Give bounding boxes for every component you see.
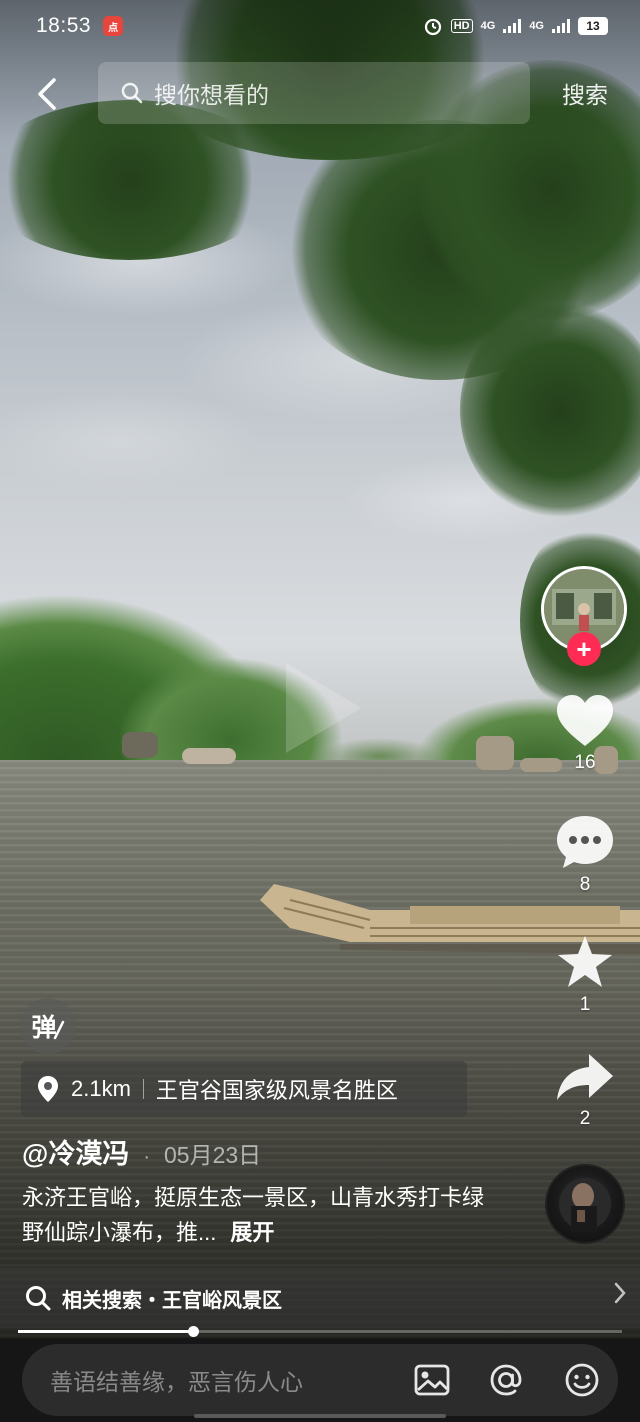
status-right: HD 4G 4G 13 (423, 16, 608, 36)
author-line: @冷漠冯 · 05月23日 (22, 1132, 261, 1171)
emoji-button[interactable] (560, 1358, 604, 1402)
chevron-right-icon (614, 1282, 626, 1304)
post-date: 05月23日 (164, 1142, 262, 1168)
hd-indicator: HD (450, 19, 473, 33)
location-distance: 2.1km (71, 1076, 131, 1101)
at-icon (490, 1364, 522, 1396)
battery-level: 13 (578, 17, 608, 35)
share-arrow-icon (557, 1054, 613, 1100)
comment-count: 8 (579, 874, 591, 895)
expand-link[interactable]: 展开 (230, 1220, 274, 1245)
author-name[interactable]: @冷漠冯 (22, 1132, 129, 1171)
image-icon (414, 1364, 450, 1396)
rock (182, 748, 236, 764)
music-cover-image (559, 1178, 611, 1232)
rock (122, 732, 158, 758)
search-placeholder: 搜你想看的 (154, 82, 269, 108)
location-chip[interactable]: 2.1km 王官谷国家级风景名胜区 (21, 1061, 467, 1117)
progress-fill (18, 1330, 194, 1333)
signal-label-1: 4G (480, 20, 496, 32)
search-icon (26, 1286, 51, 1311)
search-button[interactable]: 搜索 (540, 62, 630, 124)
emoji-icon (565, 1363, 599, 1397)
chip-divider (142, 1079, 144, 1099)
post-description[interactable]: 永济王官峪，挺原生态一景区，山青水秀打卡绿野仙踪小瀑布，推... 展开 (22, 1180, 492, 1250)
related-search-label: 相关搜索・王官峪风景区 (62, 1289, 282, 1312)
comment-button[interactable]: 8 (548, 814, 622, 896)
slash-icon (53, 1020, 64, 1040)
share-count: 2 (579, 1108, 591, 1129)
status-bar: 18:53 点 HD 4G 4G 13 (0, 0, 640, 52)
location-place: 王官谷国家级风景名胜区 (155, 1078, 398, 1103)
music-disc-button[interactable] (545, 1164, 625, 1244)
share-button[interactable]: 2 (548, 1052, 622, 1130)
danmaku-toggle-button[interactable]: 弹 (20, 998, 76, 1054)
favorite-button[interactable]: 1 (548, 934, 622, 1016)
star-icon (558, 936, 612, 987)
favorite-count: 1 (579, 994, 591, 1015)
search-input[interactable]: 搜你想看的 (98, 62, 530, 124)
comment-placeholder: 善语结善缘，恶言伤人心 (50, 1369, 303, 1395)
signal-bars-icon (503, 19, 522, 33)
mention-button[interactable] (484, 1358, 528, 1402)
like-button[interactable]: 16 (548, 694, 622, 774)
location-pin-icon (38, 1076, 58, 1102)
video-progress-bar[interactable] (18, 1326, 622, 1337)
alarm-icon (424, 18, 441, 36)
play-watermark-icon (286, 663, 361, 753)
like-count: 16 (574, 752, 596, 773)
home-indicator (194, 1414, 446, 1418)
back-arrow-icon (38, 78, 56, 110)
search-icon (121, 82, 143, 104)
follow-button[interactable]: + (567, 632, 601, 666)
status-left: 18:53 点 (36, 14, 124, 38)
signal-bars-icon-2 (552, 19, 570, 33)
comment-bubble-icon (557, 816, 613, 868)
comment-input[interactable]: 善语结善缘，恶言伤人心 (22, 1344, 618, 1416)
rock (476, 736, 514, 770)
app-notification-icon: 点 (103, 16, 124, 36)
related-search-bar[interactable]: 相关搜索・王官峪风景区 (0, 1268, 640, 1328)
back-button[interactable] (24, 72, 68, 116)
image-picker-button[interactable] (410, 1358, 454, 1402)
heart-icon (557, 695, 613, 746)
signal-label-2: 4G (529, 20, 544, 32)
status-time: 18:53 (36, 14, 92, 37)
separator-dot: · (143, 1146, 150, 1168)
